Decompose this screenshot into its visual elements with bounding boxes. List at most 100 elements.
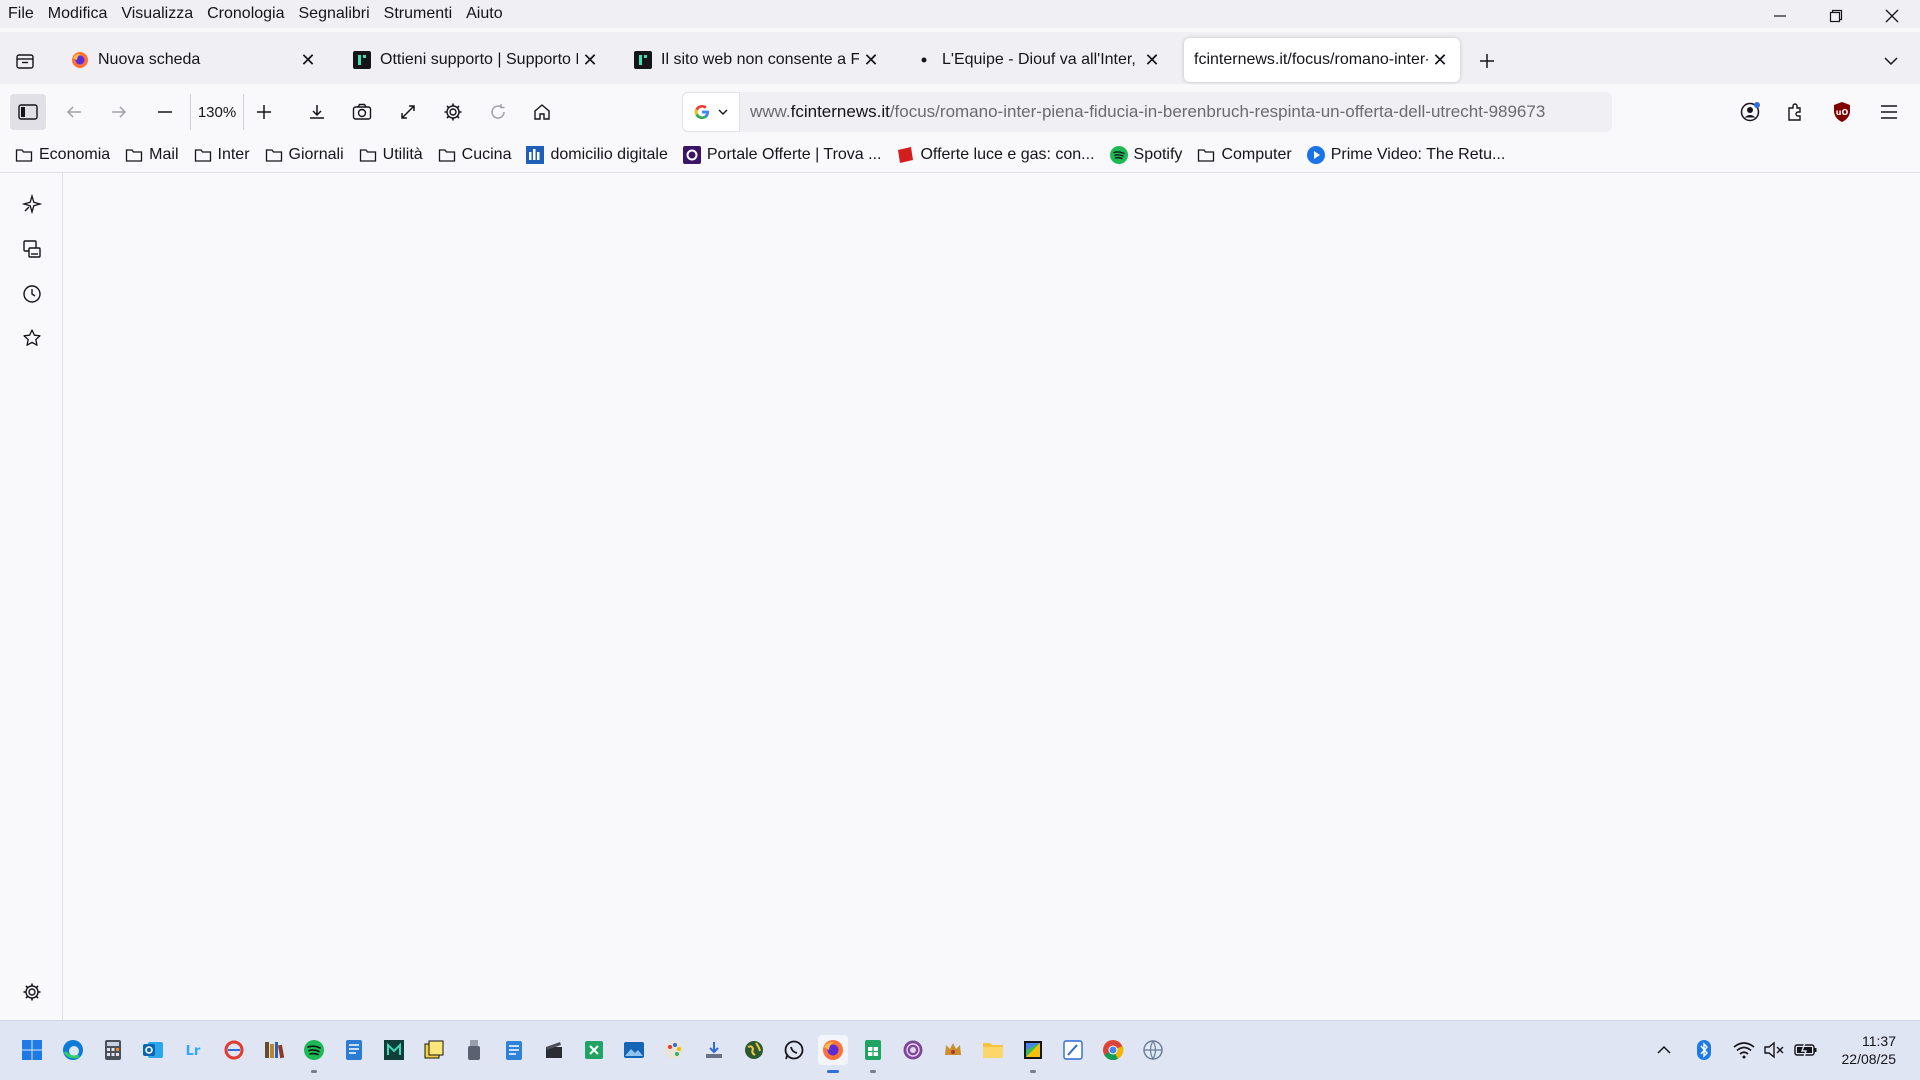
tab-close-icon[interactable]: ✕ <box>296 48 320 72</box>
fullscreen-button[interactable] <box>390 94 426 130</box>
taskbar-file-explorer[interactable] <box>978 1035 1008 1065</box>
menu-file[interactable]: File <box>0 0 41 28</box>
firefox-view-button[interactable] <box>10 46 40 76</box>
list-all-tabs-button[interactable] <box>1876 46 1906 76</box>
settings-button[interactable] <box>435 94 471 130</box>
sidebar-history-button[interactable] <box>15 277 49 311</box>
wifi-tray-button[interactable] <box>1730 1035 1758 1065</box>
sidebar-toggle-button[interactable] <box>10 94 46 130</box>
bookmark-cucina[interactable]: Cucina <box>437 145 511 165</box>
bookmark-mail[interactable]: Mail <box>124 145 179 165</box>
tab-ottieni-supporto[interactable]: Ottieni supporto | Supporto Mo ✕ <box>340 38 610 82</box>
taskbar-whatsapp[interactable] <box>779 1035 809 1065</box>
bluetooth-tray-button[interactable] <box>1690 1035 1718 1065</box>
system-clock[interactable]: 11:37 22/08/25 <box>1842 1032 1897 1068</box>
taskbar-game-app[interactable] <box>938 1035 968 1065</box>
menu-modifica[interactable]: Modifica <box>41 0 115 28</box>
tab-close-icon[interactable]: ✕ <box>1428 48 1452 72</box>
tab-fcinternews-active[interactable]: fcinternews.it/focus/romano-inter-p ✕ <box>1184 38 1460 82</box>
bookmark-utilita[interactable]: Utilità <box>358 145 423 165</box>
bookmark-label: Portale Offerte | Trova ... <box>706 146 882 163</box>
url-text[interactable]: www.fcinternews.it/focus/romano-inter-pi… <box>750 102 1545 122</box>
taskbar-library[interactable] <box>259 1035 289 1065</box>
bookmark-offerte-luce-gas[interactable]: Offerte luce e gas: con... <box>895 145 1095 165</box>
tab-lequipe[interactable]: L'Equipe - Diouf va all'Inter, il Le ✕ <box>902 38 1172 82</box>
bookmark-spotify[interactable]: Spotify <box>1109 145 1182 165</box>
volume-tray-button[interactable] <box>1760 1035 1788 1065</box>
tab-close-icon[interactable]: ✕ <box>1140 48 1164 72</box>
taskbar-notepad[interactable] <box>499 1035 529 1065</box>
taskbar-paint-app[interactable] <box>659 1035 689 1065</box>
taskbar-chrome[interactable] <box>1098 1035 1128 1065</box>
arrow-left-icon <box>66 106 81 118</box>
bookmark-inter[interactable]: Inter <box>193 145 250 165</box>
zoom-reset-button[interactable]: 130% <box>190 94 244 130</box>
zoom-out-button[interactable] <box>147 94 183 130</box>
taskbar-installer[interactable] <box>699 1035 729 1065</box>
battery-tray-button[interactable] <box>1792 1035 1820 1065</box>
menu-segnalibri[interactable]: Segnalibri <box>292 0 377 28</box>
taskbar-network-app[interactable] <box>1138 1035 1168 1065</box>
taskbar-photo-app[interactable] <box>619 1035 649 1065</box>
taskbar-sticky-notes[interactable] <box>419 1035 449 1065</box>
taskbar-firefox[interactable] <box>818 1035 848 1073</box>
search-engine-button[interactable] <box>682 92 740 132</box>
bookmark-prime-video[interactable]: Prime Video: The Retu... <box>1306 145 1505 165</box>
menu-cronologia[interactable]: Cronologia <box>200 0 291 28</box>
account-button[interactable] <box>1732 94 1768 130</box>
taskbar-tor-browser[interactable] <box>898 1035 928 1065</box>
ublock-origin-button[interactable]: uO <box>1824 94 1860 130</box>
app-menu-button[interactable] <box>1871 94 1907 130</box>
taskbar-color-app[interactable] <box>1018 1035 1048 1073</box>
taskbar-lightroom[interactable]: Lr <box>178 1035 208 1065</box>
new-tab-button[interactable] <box>1472 46 1502 76</box>
downloads-button[interactable] <box>299 94 335 130</box>
taskbar-spotify[interactable] <box>299 1035 329 1073</box>
sidebar-ai-chatbot-button[interactable] <box>15 187 49 221</box>
bookmark-economia[interactable]: Economia <box>14 145 110 165</box>
taskbar-excel-app[interactable] <box>579 1035 609 1065</box>
start-button[interactable] <box>17 1035 47 1065</box>
taskbar-app-red[interactable] <box>219 1035 249 1065</box>
page-content[interactable] <box>64 173 1920 1020</box>
clapper-icon <box>546 1042 562 1058</box>
restore-button[interactable] <box>1808 0 1864 32</box>
taskbar-app-teal[interactable] <box>379 1035 409 1065</box>
close-window-button[interactable] <box>1864 0 1920 32</box>
forward-button[interactable] <box>101 94 137 130</box>
menu-aiuto[interactable]: Aiuto <box>459 0 509 28</box>
taskbar-usb-tool[interactable] <box>459 1035 489 1065</box>
url-bar[interactable]: www.fcinternews.it/focus/romano-inter-pi… <box>682 92 1612 132</box>
taskbar-calculator[interactable] <box>98 1035 128 1065</box>
bookmark-computer[interactable]: Computer <box>1196 145 1292 165</box>
taskbar-outlook[interactable] <box>138 1035 168 1065</box>
sidebar-synced-tabs-button[interactable] <box>15 232 49 266</box>
tab-close-icon[interactable]: ✕ <box>859 48 883 72</box>
tab-nuova-scheda[interactable]: Nuova scheda ✕ <box>58 38 328 82</box>
taskbar-globe-app[interactable] <box>739 1035 769 1065</box>
zoom-in-button[interactable] <box>246 94 282 130</box>
taskbar-draw-app[interactable] <box>1058 1035 1088 1065</box>
menu-visualizza[interactable]: Visualizza <box>114 0 200 28</box>
taskbar-media-tool[interactable] <box>539 1035 569 1065</box>
folder-icon <box>1196 145 1216 165</box>
bookmark-portale-offerte[interactable]: Portale Offerte | Trova ... <box>682 145 882 165</box>
minimize-button[interactable] <box>1752 0 1808 32</box>
sidebar-bookmarks-button[interactable] <box>15 321 49 355</box>
extensions-button[interactable] <box>1777 94 1813 130</box>
reload-button[interactable] <box>480 94 516 130</box>
sidebar-customize-button[interactable] <box>15 975 49 1009</box>
bookmark-domicilio-digitale[interactable]: domicilio digitale <box>525 145 668 165</box>
taskbar-edge[interactable] <box>58 1035 88 1065</box>
bookmark-giornali[interactable]: Giornali <box>264 145 344 165</box>
taskbar-word[interactable] <box>339 1035 369 1065</box>
color-grid-icon <box>1024 1041 1042 1059</box>
tab-sito-web[interactable]: Il sito web non consente a Firefo ✕ <box>621 38 891 82</box>
tab-close-icon[interactable]: ✕ <box>578 48 602 72</box>
screenshot-button[interactable] <box>344 94 380 130</box>
taskbar-sheets[interactable] <box>858 1035 888 1073</box>
back-button[interactable] <box>56 94 92 130</box>
menu-strumenti[interactable]: Strumenti <box>377 0 459 28</box>
home-button[interactable] <box>524 94 560 130</box>
show-hidden-icons-button[interactable] <box>1650 1035 1678 1065</box>
